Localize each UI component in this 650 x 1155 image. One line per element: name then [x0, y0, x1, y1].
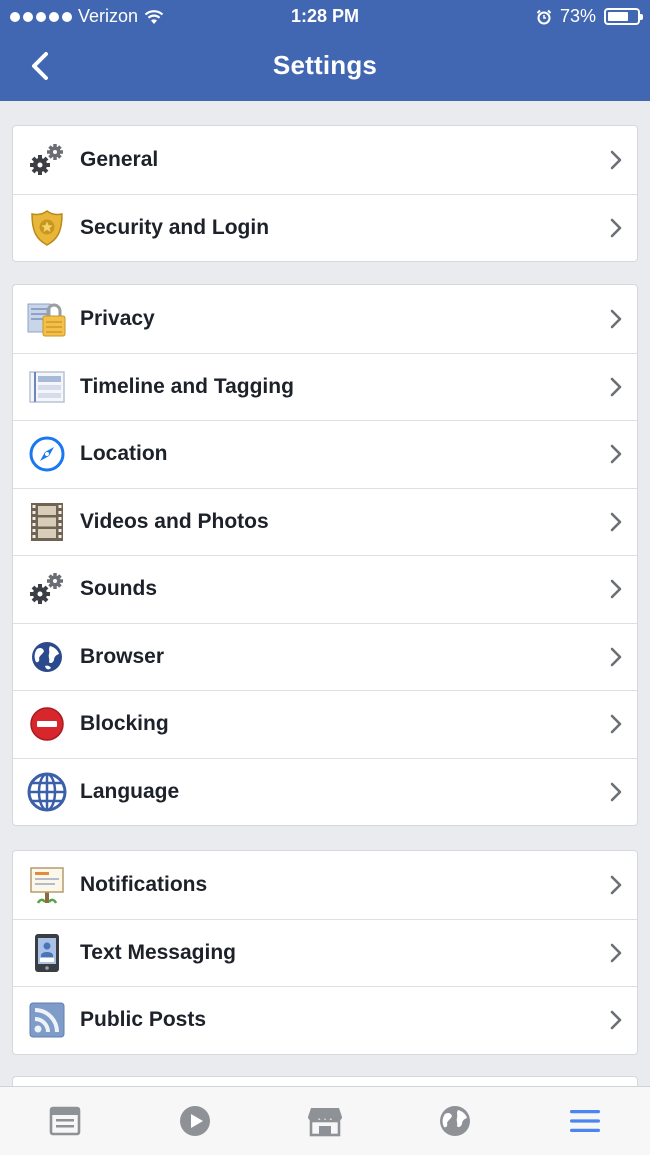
page-title: Settings: [272, 50, 378, 80]
settings-item-blocking[interactable]: Blocking: [13, 690, 637, 758]
settings-item-label: Timeline and Tagging: [80, 374, 294, 398]
header: Verizon 1:28 PM 73% Settings: [0, 0, 650, 101]
settings-item-privacy[interactable]: Privacy: [13, 285, 637, 353]
marketplace-icon: [308, 1108, 342, 1137]
battery-percent: 73%: [559, 6, 596, 26]
settings-item-videos-and-photos[interactable]: Videos and Photos: [13, 487, 637, 556]
settings-item-label: Privacy: [80, 306, 155, 330]
settings-item-label: Location: [80, 442, 168, 466]
settings-item-label: Notifications: [80, 872, 208, 896]
chevron-right-icon: [610, 875, 622, 895]
tab-notifications-globe[interactable]: [390, 1087, 520, 1155]
chevron-right-icon: [610, 1010, 622, 1030]
settings-item-general[interactable]: General: [13, 126, 637, 194]
globe-icon: [440, 1106, 470, 1136]
gears-icon: [26, 139, 68, 181]
settings-item-label: Sounds: [80, 577, 157, 601]
settings-item-text-messaging[interactable]: Text Messaging: [13, 918, 637, 987]
chevron-right-icon: [610, 782, 622, 802]
block-icon: [26, 703, 68, 745]
alarm-icon: [536, 9, 552, 24]
shield-badge-icon: [26, 207, 68, 249]
chevron-right-icon: [610, 309, 622, 329]
globe-icon: [26, 636, 68, 678]
privacy-lock-icon: [26, 298, 68, 340]
settings-item-sounds[interactable]: Sounds: [13, 555, 637, 623]
compass-icon: [26, 433, 68, 475]
chevron-right-icon: [610, 150, 622, 170]
phone-icon: [26, 932, 68, 974]
chevron-right-icon: [610, 579, 622, 599]
tab-menu[interactable]: [520, 1087, 650, 1155]
rss-icon: [26, 999, 68, 1041]
settings-item-public-posts[interactable]: Public Posts: [13, 986, 637, 1054]
settings-group-preferences: Privacy Timeline and Tagging Location Vi…: [12, 284, 638, 826]
film-strip-icon: [26, 501, 68, 543]
status-bar: Verizon 1:28 PM 73%: [0, 0, 650, 34]
chevron-right-icon: [610, 218, 622, 238]
settings-item-label: Public Posts: [80, 1008, 207, 1032]
tab-video[interactable]: [130, 1087, 260, 1155]
tab-bar: [0, 1086, 650, 1155]
settings-item-location[interactable]: Location: [13, 420, 637, 488]
battery-icon: [604, 8, 643, 25]
notification-sign-icon: [26, 864, 68, 906]
settings-item-label: Videos and Photos: [80, 509, 269, 533]
world-grid-icon: [26, 771, 68, 813]
chevron-right-icon: [610, 444, 622, 464]
settings-item-label: Language: [80, 779, 180, 803]
menu-icon: [570, 1110, 600, 1132]
chevron-right-icon: [610, 714, 622, 734]
settings-item-timeline-and-tagging[interactable]: Timeline and Tagging: [13, 352, 637, 421]
chevron-right-icon: [610, 943, 622, 963]
tab-news-feed[interactable]: [0, 1087, 130, 1155]
video-play-icon: [180, 1106, 210, 1136]
settings-item-browser[interactable]: Browser: [13, 622, 637, 691]
settings-item-label: Browser: [80, 644, 165, 668]
chevron-right-icon: [610, 512, 622, 532]
settings-item-label: General: [80, 147, 159, 171]
settings-item-security-and-login[interactable]: Security and Login: [13, 193, 637, 262]
settings-group-notifications: Notifications Text Messaging Public Post…: [12, 850, 638, 1055]
settings-item-language[interactable]: Language: [13, 757, 637, 826]
settings-item-notifications[interactable]: Notifications: [13, 851, 637, 919]
settings-item-label: Text Messaging: [80, 940, 236, 964]
timeline-icon: [26, 366, 68, 408]
status-right: 73%: [536, 6, 643, 27]
gears-icon: [26, 568, 68, 610]
chevron-right-icon: [610, 377, 622, 397]
settings-item-label: Security and Login: [80, 215, 270, 239]
settings-group-account: General Security and Login: [12, 125, 638, 262]
settings-item-label: Blocking: [80, 712, 169, 736]
chevron-right-icon: [610, 647, 622, 667]
news-feed-icon: [49, 1106, 81, 1136]
tab-marketplace[interactable]: [260, 1087, 390, 1155]
